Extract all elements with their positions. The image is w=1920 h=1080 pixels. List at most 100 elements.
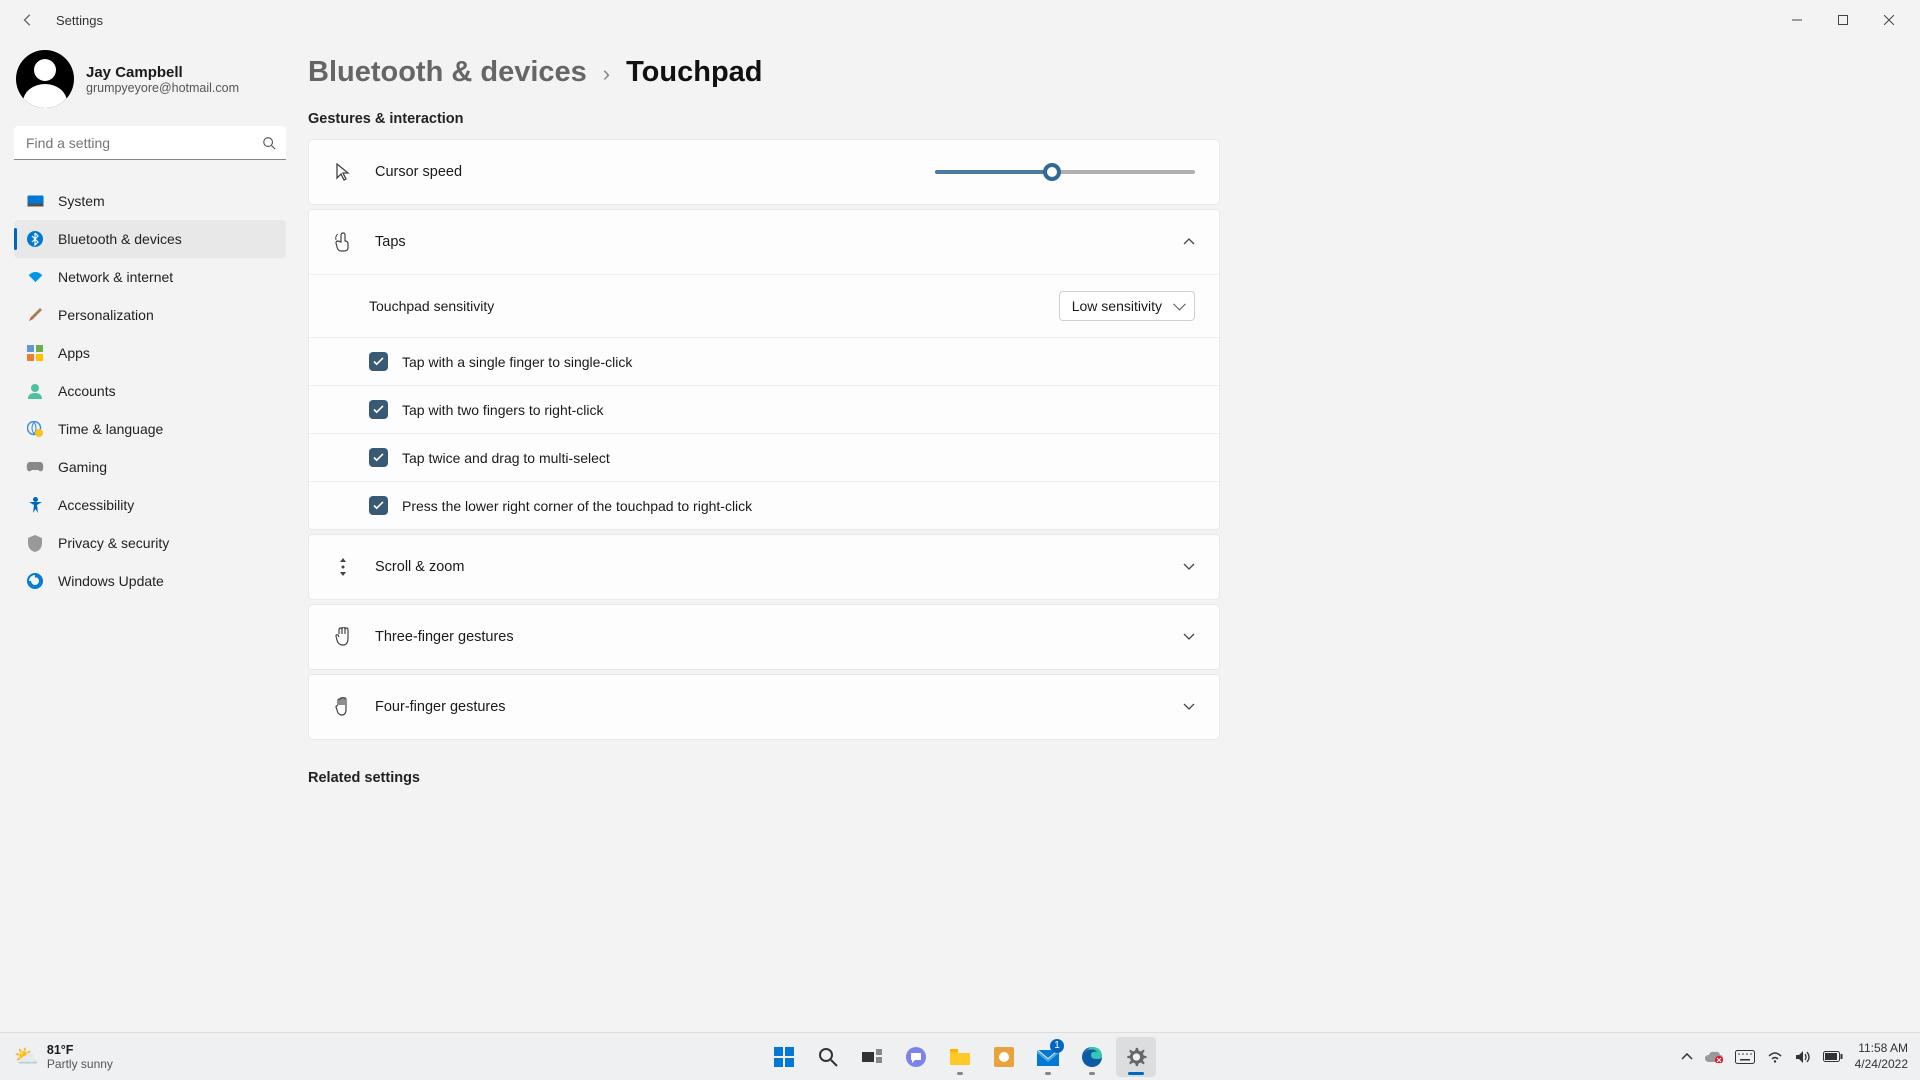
cursor-speed-slider[interactable] [935,170,1195,174]
taps-header[interactable]: Taps [309,210,1219,274]
four-finger-header[interactable]: Four-finger gestures [309,675,1219,739]
chevron-down-icon [1183,703,1195,711]
sidebar-item-label: Accessibility [58,497,134,513]
sidebar-item-label: Gaming [58,459,107,475]
onedrive-icon[interactable] [1705,1051,1723,1063]
window-controls [1774,0,1912,40]
sidebar-item-label: Accounts [58,383,116,399]
maximize-button[interactable] [1820,0,1866,40]
sensitivity-row: Touchpad sensitivity Low sensitivity [309,274,1219,337]
hand-icon [333,627,353,647]
tap-option-right-click[interactable]: Tap with two fingers to right-click [309,385,1219,433]
clock[interactable]: 11:58 AM 4/24/2022 [1855,1041,1908,1072]
breadcrumb-parent[interactable]: Bluetooth & devices [308,56,587,89]
card-four-finger: Four-finger gestures [308,674,1220,740]
checkbox-checked-icon[interactable] [369,448,388,467]
person-icon [26,382,44,400]
cursor-icon [333,163,353,181]
sidebar-item-apps[interactable]: Apps [14,334,286,372]
tap-option-label: Tap with two fingers to right-click [402,402,604,418]
taskbar: ⛅ 81°F Partly sunny 1 [0,1032,1920,1080]
three-finger-header[interactable]: Three-finger gestures [309,605,1219,669]
user-email: grumpyeyore@hotmail.com [86,81,239,95]
edge-button[interactable] [1072,1037,1112,1077]
tap-option-corner-right-click[interactable]: Press the lower right corner of the touc… [309,481,1219,529]
sidebar-item-label: Bluetooth & devices [58,231,182,247]
nav-list: System Bluetooth & devices Network & int… [14,182,286,600]
chevron-right-icon: › [603,61,610,87]
sensitivity-dropdown[interactable]: Low sensitivity [1059,291,1195,321]
shield-icon [26,534,44,552]
taps-label: Taps [375,234,406,250]
page-title: Touchpad [626,56,762,89]
weather-widget[interactable]: ⛅ 81°F Partly sunny [0,1043,113,1071]
mail-button[interactable]: 1 [1028,1037,1068,1077]
minimize-button[interactable] [1774,0,1820,40]
checkbox-checked-icon[interactable] [369,352,388,371]
tap-option-single-click[interactable]: Tap with a single finger to single-click [309,337,1219,385]
update-icon [26,572,44,590]
display-icon [26,192,44,210]
sidebar-item-bluetooth[interactable]: Bluetooth & devices [14,220,286,258]
date-label: 4/24/2022 [1855,1057,1908,1073]
time-label: 11:58 AM [1855,1041,1908,1057]
avatar [16,50,74,108]
hand-icon [333,697,353,717]
user-profile[interactable]: Jay Campbell grumpyeyore@hotmail.com [14,50,286,108]
paintbrush-icon [26,306,44,324]
cursor-speed-row: Cursor speed [309,140,1219,204]
sidebar-item-gaming[interactable]: Gaming [14,448,286,486]
section-gestures: Gestures & interaction [308,111,1220,127]
file-explorer-button[interactable] [940,1037,980,1077]
search-input[interactable] [14,126,286,160]
back-button[interactable] [8,0,48,40]
keyboard-icon[interactable] [1735,1050,1755,1064]
chevron-down-icon [1183,633,1195,641]
tap-option-label: Tap with a single finger to single-click [402,354,632,370]
titlebar: Settings [0,0,1920,40]
mail-badge: 1 [1050,1039,1064,1053]
battery-icon[interactable] [1823,1051,1843,1062]
sidebar-item-privacy[interactable]: Privacy & security [14,524,286,562]
sidebar: Jay Campbell grumpyeyore@hotmail.com Sys… [0,40,300,1032]
card-taps: Taps Touchpad sensitivity Low sensitivit… [308,209,1220,530]
app-button[interactable] [984,1037,1024,1077]
sidebar-item-label: Privacy & security [58,535,169,551]
sidebar-item-system[interactable]: System [14,182,286,220]
tray-expand-button[interactable] [1681,1053,1693,1061]
volume-icon[interactable] [1795,1050,1811,1064]
wifi-icon [26,268,44,286]
checkbox-checked-icon[interactable] [369,400,388,419]
weather-condition: Partly sunny [47,1057,113,1071]
sidebar-item-label: Personalization [58,307,154,323]
sidebar-item-label: Apps [58,345,90,361]
sidebar-item-network[interactable]: Network & internet [14,258,286,296]
sidebar-item-label: System [58,193,105,209]
card-three-finger: Three-finger gestures [308,604,1220,670]
bluetooth-icon [26,230,44,248]
sidebar-item-accessibility[interactable]: Accessibility [14,486,286,524]
checkbox-checked-icon[interactable] [369,496,388,515]
scroll-zoom-header[interactable]: Scroll & zoom [309,535,1219,599]
sensitivity-value: Low sensitivity [1072,298,1162,314]
sidebar-item-accounts[interactable]: Accounts [14,372,286,410]
sidebar-item-time[interactable]: Time & language [14,410,286,448]
sidebar-item-label: Network & internet [58,269,173,285]
start-button[interactable] [764,1037,804,1077]
gamepad-icon [26,458,44,476]
tap-option-multi-select[interactable]: Tap twice and drag to multi-select [309,433,1219,481]
settings-button[interactable] [1116,1037,1156,1077]
task-view-button[interactable] [852,1037,892,1077]
wifi-tray-icon[interactable] [1767,1051,1783,1063]
three-finger-label: Three-finger gestures [375,629,514,645]
search-button[interactable] [808,1037,848,1077]
sensitivity-label: Touchpad sensitivity [369,298,494,314]
globe-clock-icon [26,420,44,438]
cursor-speed-label: Cursor speed [375,164,462,180]
section-related: Related settings [308,770,1220,786]
chat-button[interactable] [896,1037,936,1077]
sidebar-item-personalization[interactable]: Personalization [14,296,286,334]
close-button[interactable] [1866,0,1912,40]
sidebar-item-update[interactable]: Windows Update [14,562,286,600]
main-content: Bluetooth & devices › Touchpad Gestures … [300,40,1260,1032]
